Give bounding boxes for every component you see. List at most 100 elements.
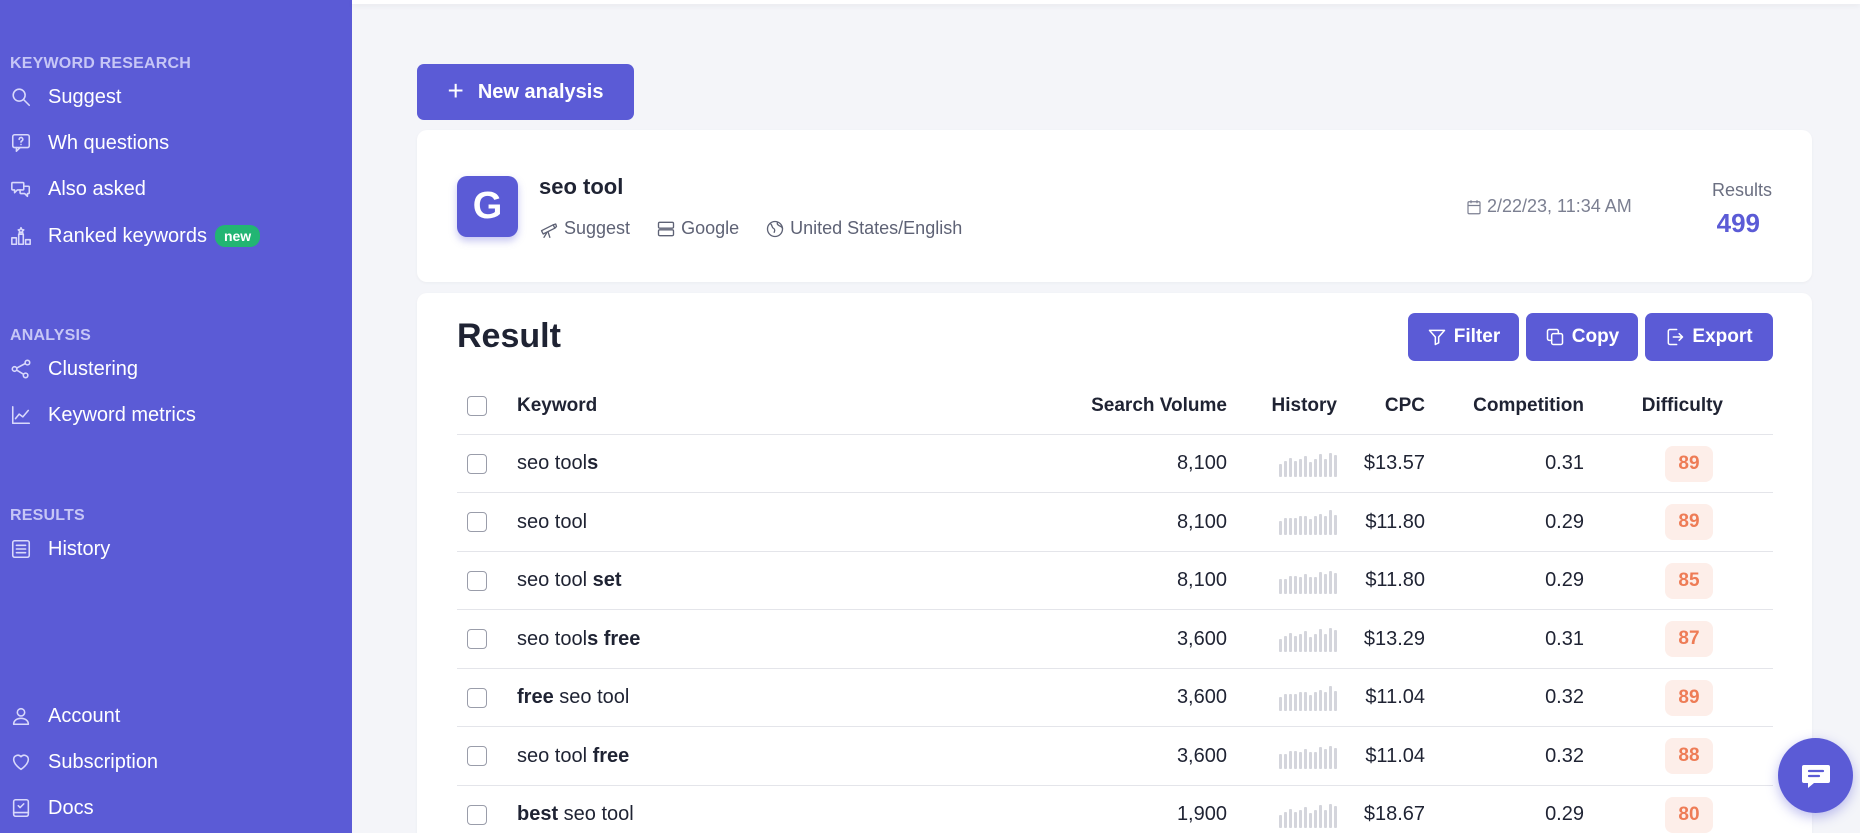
export-button[interactable]: Export <box>1645 313 1773 361</box>
col-history[interactable]: History <box>1227 395 1337 417</box>
new-analysis-label: New analysis <box>477 80 604 103</box>
row-checkbox[interactable] <box>467 570 487 591</box>
table-row[interactable]: seo tools free 3,600 $13.29 0.31 87 <box>457 611 1773 669</box>
sparkline-bar <box>1294 751 1297 769</box>
table-row[interactable]: seo tool 8,100 $11.80 0.29 89 <box>457 494 1773 552</box>
search-volume-cell: 8,100 <box>1176 569 1227 591</box>
sparkline-bar <box>1314 634 1317 652</box>
plus-icon: + <box>447 74 464 106</box>
sparkline-bar <box>1329 746 1332 769</box>
keyword-highlight: s <box>587 452 599 474</box>
section-analysis: ANALYSIS <box>10 327 92 344</box>
sparkline-bar <box>1279 639 1282 652</box>
sidebar-item-subscription[interactable]: Subscription <box>10 742 158 782</box>
sidebar-item-label: Ranked keywords <box>48 224 207 247</box>
history-cell <box>1227 802 1337 828</box>
sidebar-item-history[interactable]: History <box>10 529 110 569</box>
search-volume-cell: 1,900 <box>1176 803 1227 825</box>
table-row[interactable]: free seo tool 3,600 $11.04 0.32 89 <box>457 669 1773 727</box>
chat-button[interactable] <box>1778 738 1853 813</box>
sidebar-item-docs[interactable]: Docs <box>10 788 94 828</box>
sidebar-item-clustering[interactable]: Clustering <box>10 349 138 389</box>
sparkline-bar <box>1294 460 1297 477</box>
filter-icon <box>1428 329 1446 346</box>
competition-cell: 0.31 <box>1545 452 1584 474</box>
difficulty-cell: 88 <box>1584 738 1723 774</box>
google-logo: G <box>457 176 518 237</box>
sidebar-item-wh-questions[interactable]: Wh questions <box>10 123 169 163</box>
telescope-icon <box>540 222 558 238</box>
list-icon <box>10 538 32 560</box>
sidebar-item-label: Wh questions <box>48 131 170 154</box>
sparkline-bar <box>1324 634 1327 652</box>
difficulty-badge: 87 <box>1665 621 1713 657</box>
history-sparkline <box>1279 509 1337 535</box>
chart-icon <box>10 404 32 426</box>
col-search-volume[interactable]: Search Volume <box>1047 395 1227 417</box>
sparkline-bar <box>1279 696 1282 711</box>
sidebar: KEYWORD RESEARCH Suggest Wh questions Al… <box>0 0 352 833</box>
keyword-highlight: free <box>592 744 630 767</box>
sidebar-item-label: Clustering <box>48 357 139 380</box>
table-row[interactable]: best seo tool 1,900 $18.67 0.29 80 <box>457 786 1773 833</box>
globe-icon <box>766 220 784 237</box>
docs-icon <box>10 797 32 819</box>
sparkline-bar <box>1324 516 1327 535</box>
row-checkbox[interactable] <box>467 453 487 474</box>
sparkline-bar <box>1284 636 1287 652</box>
row-checkbox[interactable] <box>467 629 487 649</box>
sidebar-item-ranked-keywords[interactable]: Ranked keywords new <box>10 216 261 256</box>
table-row[interactable]: seo tool set 8,100 $11.80 0.29 85 <box>457 552 1773 610</box>
table-row[interactable]: seo tool free 3,600 $11.04 0.32 88 <box>457 728 1773 786</box>
search-volume-cell: 3,600 <box>1176 686 1227 708</box>
col-cpc[interactable]: CPC <box>1337 395 1425 417</box>
history-sparkline <box>1279 451 1337 477</box>
row-checkbox[interactable] <box>467 804 487 825</box>
sidebar-item-suggest[interactable]: Suggest <box>10 77 121 117</box>
col-keyword[interactable]: Keyword <box>517 395 1047 417</box>
analysis-date-label: 2/22/23, 11:34 AM <box>1487 196 1632 216</box>
sparkline-bar <box>1289 808 1292 828</box>
history-cell <box>1227 509 1337 535</box>
new-badge: new <box>214 225 261 247</box>
keyword-highlight: set <box>592 569 622 591</box>
select-all-checkbox[interactable] <box>467 395 487 416</box>
sparkline-bar <box>1284 460 1287 477</box>
sidebar-item-label: Also asked <box>48 177 146 200</box>
results-count: 499 <box>1716 208 1760 238</box>
result-card: Result Filter Copy Export Keyword Search… <box>417 293 1812 833</box>
difficulty-cell: 89 <box>1584 445 1723 482</box>
row-checkbox[interactable] <box>467 512 487 532</box>
col-competition[interactable]: Competition <box>1425 395 1584 417</box>
cpc-cell: $11.80 <box>1365 510 1425 533</box>
sidebar-item-label: Subscription <box>48 750 159 773</box>
sidebar-item-account[interactable]: Account <box>10 696 120 736</box>
sparkline-bar <box>1289 575 1292 594</box>
sparkline-bar <box>1289 518 1292 535</box>
table-row[interactable]: seo tools 8,100 $13.57 0.31 89 <box>457 435 1773 493</box>
sparkline-bar <box>1324 691 1327 711</box>
sidebar-item-keyword-metrics[interactable]: Keyword metrics <box>10 395 196 435</box>
chat-bubbles-icon <box>10 178 32 200</box>
sparkline-bar <box>1299 458 1302 477</box>
row-checkbox[interactable] <box>467 687 487 708</box>
keyword-cell: seo tool free <box>517 745 1047 768</box>
history-sparkline <box>1279 568 1337 594</box>
sparkline-bar <box>1279 754 1282 769</box>
filter-button[interactable]: Filter <box>1408 313 1519 361</box>
competition-cell: 0.29 <box>1545 510 1584 533</box>
sparkline-bar <box>1314 458 1317 477</box>
new-analysis-button[interactable]: + New analysis <box>417 64 634 120</box>
sparkline-bar <box>1294 636 1297 652</box>
keyword-cell: seo tools free <box>517 628 1047 651</box>
row-checkbox[interactable] <box>467 746 487 766</box>
keyword-text: seo tool <box>517 627 588 650</box>
search-icon <box>10 86 32 108</box>
col-difficulty[interactable]: Difficulty <box>1584 395 1723 417</box>
sparkline-bar <box>1309 812 1312 828</box>
sparkline-bar <box>1324 809 1327 828</box>
sparkline-bar <box>1324 573 1327 594</box>
sparkline-bar <box>1294 693 1297 711</box>
sidebar-item-also-asked[interactable]: Also asked <box>10 169 146 209</box>
copy-button[interactable]: Copy <box>1526 313 1638 361</box>
